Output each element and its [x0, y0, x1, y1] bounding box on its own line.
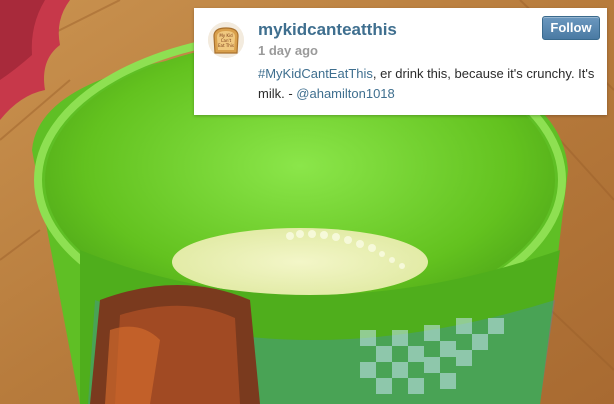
- post-timestamp: 1 day ago: [258, 43, 318, 58]
- instagram-post-card: My Kid Can't Eat This mykidcanteatthis 1…: [194, 8, 607, 115]
- post-caption: #MyKidCantEatThis, er drink this, becaus…: [258, 64, 598, 104]
- hashtag-link[interactable]: #MyKidCantEatThis: [258, 66, 373, 81]
- username-link[interactable]: mykidcanteatthis: [258, 20, 397, 40]
- toast-logo-icon: My Kid Can't Eat This: [208, 22, 244, 58]
- follow-button[interactable]: Follow: [542, 16, 600, 40]
- mention-link[interactable]: @ahamilton1018: [296, 86, 394, 101]
- profile-avatar[interactable]: My Kid Can't Eat This: [208, 22, 244, 58]
- svg-text:Eat This: Eat This: [218, 43, 234, 48]
- milk: [172, 228, 428, 296]
